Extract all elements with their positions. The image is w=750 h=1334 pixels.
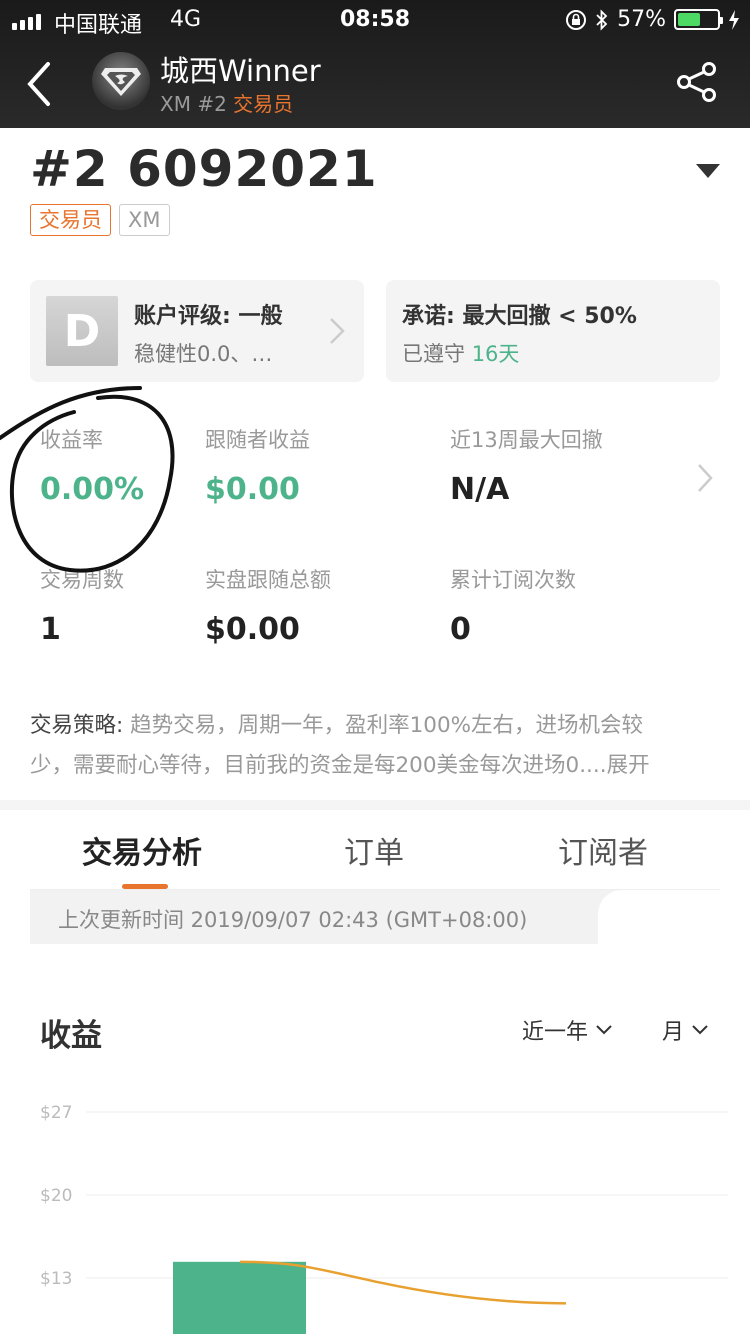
section-divider [0, 800, 750, 810]
rating-card[interactable]: D 账户评级: 一般 稳健性0.0、… [30, 280, 364, 382]
stat-label-max-drawdown: 近13周最大回撤 [450, 428, 603, 452]
profit-chart: $27 $20 $13 [40, 1103, 728, 1334]
broker-name: XM [160, 92, 191, 116]
chart-title: 收益 [40, 1018, 102, 1054]
y-tick-label: $27 [40, 1103, 72, 1123]
trader-name: 城西Winner [160, 54, 321, 88]
tab-subscribers[interactable]: 订阅者 [558, 828, 648, 872]
stat-value-follow-total: $0.00 [205, 612, 300, 647]
account-tags: 交易员 XM [30, 204, 170, 236]
top-bar: 中国联通 4G 08:58 57% 城西Winner XM #2 交易员 [0, 0, 750, 128]
stat-value-subscriptions: 0 [450, 612, 471, 647]
strategy-line-1: 趋势交易，周期一年，盈利率100%左右，进场机会较 [123, 713, 644, 738]
status-right: 57% [565, 7, 740, 32]
stat-label-weeks: 交易周数 [40, 568, 124, 592]
dropdown-caret-icon[interactable] [696, 164, 720, 178]
trader-subtitle: XM #2 交易员 [160, 88, 293, 117]
stat-value-return: 0.00% [40, 472, 145, 507]
promise-kept-days: 16天 [471, 342, 520, 366]
trader-role: 交易员 [233, 92, 294, 116]
chevron-down-icon [596, 1025, 612, 1035]
stat-label-subscriptions: 累计订阅次数 [450, 568, 576, 592]
superman-logo-icon [101, 68, 141, 96]
tab-trade-analysis[interactable]: 交易分析 [82, 828, 202, 872]
status-bar: 中国联通 4G 08:58 57% [0, 0, 750, 40]
period-select[interactable]: 月 [662, 1014, 708, 1046]
expand-link[interactable]: 展开 [607, 753, 650, 778]
promise-kept: 已遵守 16天 [402, 338, 519, 368]
last-update-text: 上次更新时间 2019/09/07 02:43 (GMT+08:00) [58, 908, 528, 932]
stat-value-follower-profit: $0.00 [205, 472, 300, 507]
role-tag: 交易员 [30, 204, 111, 236]
stat-label-follow-total: 实盘跟随总额 [205, 568, 331, 592]
grade-badge: D [46, 296, 118, 366]
bluetooth-icon [596, 8, 608, 31]
strategy-line-2: 少，需要耐心等待，目前我的资金是每200美金每次进场0.... [30, 753, 607, 778]
chevron-right-icon [698, 464, 713, 492]
period-select-value: 月 [662, 1020, 685, 1045]
range-select[interactable]: 近一年 [522, 1014, 612, 1046]
avatar[interactable] [92, 52, 150, 110]
account-title: #2 6092021 [30, 140, 378, 198]
range-select-value: 近一年 [522, 1020, 589, 1045]
y-tick-label: $13 [40, 1269, 72, 1289]
broker-tag: XM [119, 204, 170, 236]
back-arrow-icon[interactable] [20, 56, 60, 112]
last-update-bar: 上次更新时间 2019/09/07 02:43 (GMT+08:00) [30, 890, 720, 944]
stat-value-max-drawdown: N/A [450, 472, 510, 507]
rating-subtitle: 稳健性0.0、… [134, 342, 273, 366]
chart-bar [173, 1261, 306, 1334]
share-icon[interactable] [676, 62, 718, 102]
tab-orders[interactable]: 订单 [344, 828, 404, 872]
trader-rank: #2 [197, 92, 227, 116]
battery-icon [674, 9, 723, 30]
rotation-lock-icon [566, 9, 587, 30]
stat-label-return: 收益率 [40, 428, 103, 452]
stat-label-follower-profit: 跟随者收益 [205, 428, 310, 452]
promise-card: 承诺: 最大回撤 < 50% 已遵守 16天 [386, 280, 720, 382]
rating-title: 账户评级: 一般 [134, 304, 283, 329]
promise-title: 承诺: 最大回撤 < 50% [402, 304, 637, 329]
battery-fill [678, 13, 700, 26]
chevron-down-icon [692, 1025, 708, 1035]
strategy-label: 交易策略: [30, 713, 124, 738]
charging-icon [729, 9, 739, 30]
chevron-right-icon [330, 318, 345, 344]
battery-percent: 57% [617, 7, 666, 32]
stat-value-weeks: 1 [40, 612, 61, 647]
strategy-text[interactable]: 交易策略: 趋势交易，周期一年，盈利率100%左右，进场机会较 少，需要耐心等待… [30, 706, 720, 786]
y-tick-label: $20 [40, 1186, 72, 1206]
tab-active-indicator [122, 884, 168, 889]
promise-kept-label: 已遵守 [402, 342, 465, 366]
update-bar-notch [598, 890, 720, 944]
